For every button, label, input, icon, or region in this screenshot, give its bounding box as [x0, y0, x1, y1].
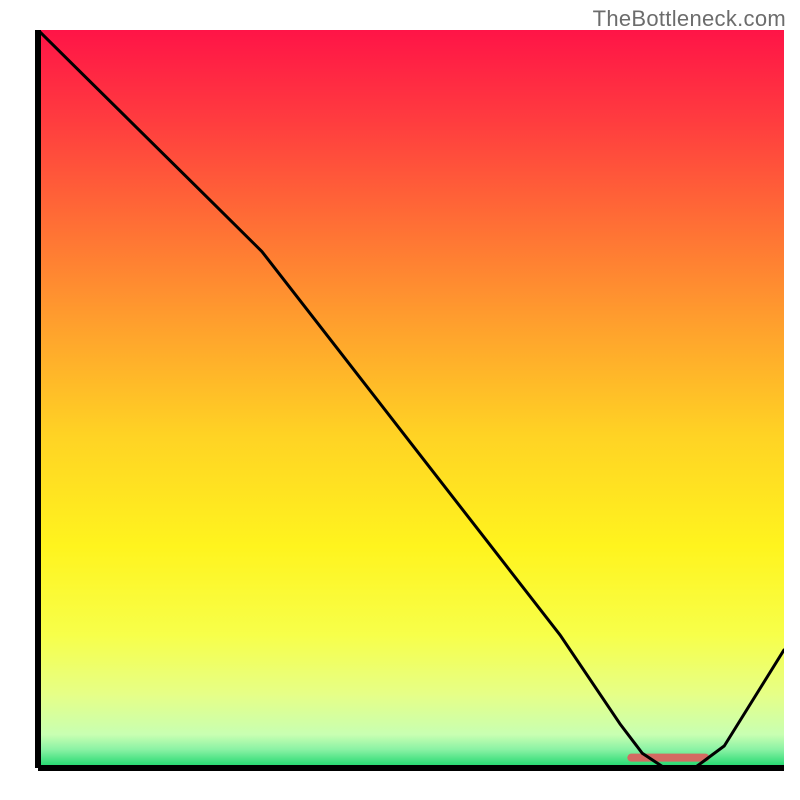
watermark-text: TheBottleneck.com	[593, 6, 786, 32]
flat-zone-marker	[627, 754, 709, 762]
chart-svg	[0, 0, 800, 800]
chart-container: { "watermark": "TheBottleneck.com", "cha…	[0, 0, 800, 800]
plot-area	[38, 30, 784, 768]
